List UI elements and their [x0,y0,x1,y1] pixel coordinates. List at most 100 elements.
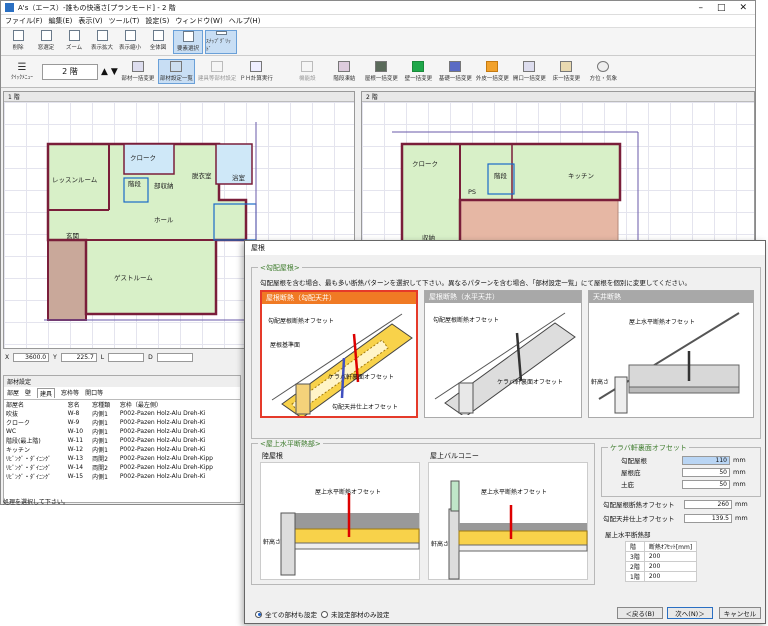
close-icon[interactable]: ✕ [739,3,747,13]
offset-cell[interactable]: 200 [643,561,698,572]
orientation-button[interactable]: 方位・気象 [586,61,620,82]
zoom-in-button[interactable]: 表示拡大 [89,30,115,54]
column-header[interactable]: 窓種類 [90,400,118,409]
room-label: 部収納 [154,182,174,190]
material-list-button[interactable]: 部材設定一覧 [157,59,195,84]
room-label: ホール [154,216,174,224]
table-row[interactable]: キッチン W-12 内側1 P002-Pazen Holz-Alu Dreh-Ki [4,445,240,454]
snap-grid-button[interactable]: ｽﾅｯﾌﾟｸﾞﾘｯﾄﾞ [205,30,237,54]
tab-fittings[interactable]: 建具 [37,388,56,398]
foundation-bulk-button[interactable]: 基礎一括変更 [438,61,472,82]
menu-settings[interactable]: 設定(S) [145,16,169,26]
menu-view[interactable]: 表示(V) [78,16,102,26]
table-cell: 内側1 [92,447,108,454]
delete-button[interactable]: 削除 [5,30,31,54]
option-roof-insulation-flat[interactable]: 屋根断熱（水平天井） 勾配屋根断熱オフセット ケラバ軒裏面オフセット [424,290,582,418]
title-bar: A's（エース）-誰もの快適さ[プランモード] - 2 階 – □ ✕ [1,1,755,15]
table-cell: W-13 [67,455,84,462]
floor-selector[interactable]: 2 階 [42,63,98,80]
up-arrow-icon[interactable]: ▲ [101,67,108,77]
maximize-icon[interactable]: □ [717,3,726,13]
offset-cell[interactable]: 200 [643,571,698,582]
ceiling-offset-input[interactable]: 139.5 [684,513,732,523]
y-coord-field[interactable]: 225.7 [60,353,97,362]
room-label: 浴室 [232,174,245,182]
wall-bulk-button[interactable]: 壁一括変更 [401,61,435,82]
roof-bulk-button[interactable]: 屋根一括変更 [364,61,398,82]
table-row[interactable]: クローク W-9 内側1 P002-Pazen Holz-Alu Dreh-Ki [4,418,240,427]
tab-room[interactable]: 部屋 [7,388,19,398]
earth-eave-input[interactable]: 50 [682,479,730,489]
diagram-label: 屋上水平断熱オフセット [481,489,548,496]
overview-button[interactable]: 全体図 [145,30,171,54]
window-select-icon [40,30,52,41]
room-label: レッスンルーム [52,176,98,184]
zoom-button[interactable]: ズーム [61,30,87,54]
insulation-offset-input[interactable]: 260 [684,499,732,509]
table-cell: 内側1 [92,429,108,436]
floor-bulk-button[interactable]: 床一括変更 [549,61,583,82]
element-select-button[interactable]: 要素選択 [173,30,203,54]
minimize-icon[interactable]: – [698,3,703,13]
option-roof-insulation-sloped[interactable]: 屋根断熱（勾配天井） 勾配屋根断熱オフセット 屋根基準面 ケラバ軒裏面オフセット… [260,290,418,418]
function-button[interactable]: 機能設 [290,61,324,82]
envelope-bulk-button[interactable]: 外皮一括変更 [475,61,509,82]
hamburger-icon: ☰ [17,62,27,73]
opening-bulk-button[interactable]: 開口一括変更 [512,61,546,82]
panel-title: 部材設定 [4,376,240,387]
back-button[interactable]: ＜戻る(B) [617,607,663,619]
group-label: ケラバ軒裏面オフセット [608,443,689,453]
fittings-button[interactable]: 建具等部材設定 [198,61,236,82]
bulk-change-button[interactable]: 部材一括変更 [121,61,155,82]
overview-icon [152,30,164,41]
table-cell: 内側1 [92,474,108,481]
table-row[interactable]: ﾘﾋﾞﾝｸﾞ・ﾀﾞｲﾆﾝｸﾞ W-13 両開2 P002-Pazen Holz-Alu… [4,454,240,463]
flat-insulation-label: 屋上水平断熱部 [605,531,651,539]
zoom-out-icon [124,30,136,41]
tab-frames[interactable]: 窓枠等 [61,388,79,398]
offset-cell[interactable]: 200 [643,551,698,562]
table-row[interactable]: 吹抜 W-8 内側1 P002-Pazen Holz-Alu Dreh-Ki [4,409,240,418]
tab-wall[interactable]: 壁 [25,388,31,398]
menu-tools[interactable]: ツール(T) [109,16,140,26]
down-arrow-icon[interactable]: ▼ [111,67,118,77]
room-label: 階段 [128,180,141,188]
menu-help[interactable]: ヘルプ(H) [229,16,261,26]
x-coord-field[interactable]: 3600.0 [13,353,50,362]
window-select-button[interactable]: 窓選定 [33,30,59,54]
diagram-label: 軒高さ [591,379,610,386]
zoom-out-button[interactable]: 表示縮小 [117,30,143,54]
menu-file[interactable]: ファイル(F) [5,16,43,26]
table-row[interactable]: WC W-10 内側1 P002-Pazen Holz-Alu Dreh-Ki [4,427,240,436]
radio-all-materials[interactable]: 全ての部材も設定 [255,609,317,619]
roof-balcony-label: 屋上バルコニー [430,452,479,460]
quick-menu-button[interactable]: ☰ ｸｲｯｸﾒﾆｭｰ [5,62,39,81]
table-cell: ﾘﾋﾞﾝｸﾞ・ﾀﾞｲﾆﾝｸﾞ [6,465,52,472]
wall-icon [412,61,425,72]
table-row[interactable]: 階段(最上階) W-11 内側1 P002-Pazen Holz-Alu Dreh-K… [4,436,240,445]
table-row[interactable]: ﾘﾋﾞﾝｸﾞ・ﾀﾞｲﾆﾝｸﾞ W-14 両開2 P002-Pazen Holz-Alu… [4,463,240,472]
column-header[interactable]: 部屋名 [4,400,66,409]
toolbar-2: ☰ ｸｲｯｸﾒﾆｭｰ 2 階 ▲ ▼ 部材一括変更 部材設定一覧 建具等部材設定 … [1,56,755,88]
d-field[interactable] [156,353,193,362]
ph-calc-button[interactable]: ＰＨ計算実行 [239,61,273,82]
diagram-label: 勾配屋根断熱オフセット [433,317,500,324]
table-row[interactable]: ﾘﾋﾞﾝｸﾞ・ﾀﾞｲﾆﾝｸﾞ W-15 内側1 P002-Pazen Holz-Alu… [4,472,240,481]
radio-unset-only[interactable]: 未設定部材のみ設定 [321,609,390,619]
pitched-roof-input[interactable]: 110 [682,455,730,465]
field-roof-eave: 屋根庇 50 mm [621,467,746,477]
cancel-button[interactable]: キャンセル [719,607,761,619]
menu-window[interactable]: ウィンドウ(W) [175,16,222,26]
column-header[interactable]: 窓枠（最左側） [118,400,240,409]
flat-roof-diagram [280,493,420,576]
tab-openings[interactable]: 開口等 [85,388,103,398]
stairs-button[interactable]: 階段凍結 [327,61,361,82]
column-header[interactable]: 窓名 [66,400,91,409]
roof-eave-input[interactable]: 50 [682,467,730,477]
option-ceiling-insulation[interactable]: 天井断熱 屋上水平断熱オフセット 軒高さ [588,290,754,418]
room-label: クローク [412,160,438,168]
flat-roof-group: <屋上水平断熱部> 陸屋根 屋上バルコニー 屋上水平断熱オフセット 軒高さ 屋上… [251,439,595,585]
l-field[interactable] [108,353,145,362]
next-button[interactable]: 次へ(N)＞ [667,607,713,619]
menu-edit[interactable]: 編集(E) [49,16,73,26]
